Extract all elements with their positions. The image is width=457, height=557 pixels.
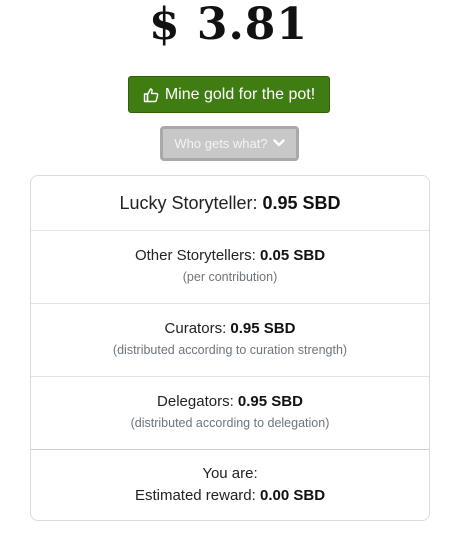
estimated-reward-label: Estimated reward: xyxy=(134,487,256,504)
mine-gold-label: Mine gold for the pot! xyxy=(164,85,316,103)
chevron-down-icon xyxy=(272,136,285,151)
curators-note: (distributed according to curation stren… xyxy=(112,343,348,357)
lucky-storyteller-label: Lucky Storyteller: xyxy=(119,193,258,213)
other-storytellers-label: Other Storytellers: xyxy=(134,247,256,264)
delegators-label: Delegators: xyxy=(157,393,234,410)
pot-amount: $ 3.81 xyxy=(148,0,309,50)
you-are-label: You are: xyxy=(202,465,258,482)
delegators-value: 0.95 SBD xyxy=(237,393,303,410)
lucky-storyteller-value: 0.95 SBD xyxy=(262,193,341,213)
who-gets-what-button[interactable]: Who gets what? xyxy=(160,126,299,161)
curators-label: Curators: xyxy=(164,320,227,337)
reward-row-lucky-storyteller: Lucky Storyteller: 0.95 SBD xyxy=(31,176,429,230)
other-storytellers-value: 0.05 SBD xyxy=(260,247,326,264)
reward-row-delegators: Delegators: 0.95 SBD (distributed accord… xyxy=(31,376,429,449)
other-storytellers-note: (per contribution) xyxy=(182,270,278,284)
thumbs-up-icon xyxy=(143,87,159,103)
curators-value: 0.95 SBD xyxy=(230,320,296,337)
who-gets-what-label: Who gets what? xyxy=(174,136,268,151)
reward-row-other-storytellers: Other Storytellers: 0.05 SBD (per contri… xyxy=(31,230,429,303)
reward-row-you: You are: Estimated reward: 0.00 SBD xyxy=(31,449,429,520)
estimated-reward-value: 0.00 SBD xyxy=(260,487,326,504)
reward-breakdown-card: Lucky Storyteller: 0.95 SBD Other Storyt… xyxy=(30,175,430,521)
mine-gold-button[interactable]: Mine gold for the pot! xyxy=(128,76,330,113)
reward-row-curators: Curators: 0.95 SBD (distributed accordin… xyxy=(31,303,429,376)
delegators-note: (distributed according to delegation) xyxy=(130,416,330,430)
